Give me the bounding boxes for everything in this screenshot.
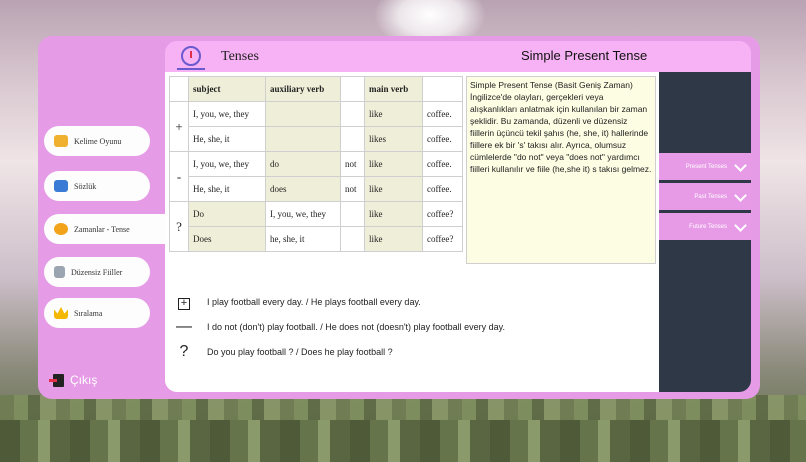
sign-cell: ? [169,201,189,252]
list-icon [54,266,65,278]
past-tenses-button[interactable]: Past Tenses [659,183,751,210]
table-cell: like [364,201,423,227]
table-cell [265,101,341,127]
sidebar-item-label: Sözlük [74,181,97,191]
table-cell: coffee. [422,176,463,202]
exit-door-icon [49,373,64,387]
table-cell: I, you, we, they [188,151,266,177]
table-cell: he, she, it [265,226,341,252]
table-cell: coffee. [422,101,463,127]
table-cell: not [340,151,365,177]
table-cell: not [340,176,365,202]
table-header-cell: main verb [364,76,423,102]
table-cell: Do [188,201,266,227]
table-cell: like [364,101,423,127]
table-header-cell [340,76,365,102]
book-icon [54,180,68,192]
example-text: I do not (don't) play football. / He doe… [207,322,505,332]
table-cell [340,126,365,152]
table-header-cell [169,76,189,102]
clock-icon [181,46,201,66]
clock-icon [54,223,68,235]
exit-button[interactable]: Çıkış [49,373,98,387]
table-cell [265,126,341,152]
table-row: He, she, it does not like coffee. [170,176,463,202]
tense-description: Simple Present Tense (Basit Geniş Zaman)… [466,76,656,264]
chevron-down-icon [734,159,747,172]
table-cell [340,226,365,252]
table-cell: like [364,151,423,177]
table-header-cell [422,76,463,102]
table-cell: coffee? [422,201,463,227]
table-row: - I, you, we, they do not like coffee. [169,151,463,202]
table-cell [340,201,365,227]
table-cell: coffee. [422,151,463,177]
table-header-cell: auxiliary verb [265,76,341,102]
table-cell: does [265,176,341,202]
table-header-cell: subject [188,76,266,102]
minus-icon: — [176,318,192,335]
future-tenses-button[interactable]: Future Tenses [659,213,751,240]
sidebar-item-siralama[interactable]: Sıralama [44,298,150,328]
tense-title: Simple Present Tense [521,48,648,63]
crown-icon [54,307,68,319]
grammar-table: subject auxiliary verb main verb + I, yo… [169,76,463,252]
example-negative: — I do not (don't) play football. / He d… [175,318,505,336]
sidebar-item-zamanlar[interactable]: Zamanlar - Tense [44,214,166,244]
sidebar-item-label: Sıralama [74,308,103,318]
table-cell: coffee. [422,126,463,152]
sidebar-item-label: Kelime Oyunu [74,136,122,146]
page-title: Tenses [221,49,259,64]
sign-cell: + [169,101,189,152]
plus-box-icon: + [175,293,193,311]
table-row: He, she, it likes coffee. [170,126,463,152]
chevron-down-icon [734,219,747,232]
table-cell: likes [364,126,423,152]
table-row: ? Do I, you, we, they like coffee? [169,201,463,252]
menu-label: Future Tenses [689,223,727,230]
table-cell: do [265,151,341,177]
exit-label: Çıkış [70,373,98,387]
table-cell: He, she, it [188,126,266,152]
table-cell: He, she, it [188,176,266,202]
sidebar-item-label: Zamanlar - Tense [74,224,130,234]
sidebar-item-kelime-oyunu[interactable]: Kelime Oyunu [44,126,150,156]
header-underline [177,68,205,70]
table-cell: like [364,226,423,252]
page-header: Tenses Simple Present Tense [165,41,751,72]
chevron-down-icon [734,189,747,202]
table-header-row: subject auxiliary verb main verb [169,76,463,102]
present-tenses-button[interactable]: Present Tenses [659,153,751,180]
background-terrain [0,420,806,462]
table-cell: I, you, we, they [188,101,266,127]
example-text: Do you play football ? / Does he play fo… [207,347,393,357]
table-cell: like [364,176,423,202]
example-text: I play football every day. / He plays fo… [207,297,421,307]
question-icon: ? [179,343,189,360]
table-cell: Does [188,226,266,252]
sign-cell: - [169,151,189,202]
example-question: ? Do you play football ? / Does he play … [175,343,393,361]
table-cell [340,101,365,127]
table-row: Does he, she, it like coffee? [170,226,463,252]
table-cell: coffee? [422,226,463,252]
example-positive: + I play football every day. / He plays … [175,293,421,311]
sidebar-item-sozluk[interactable]: Sözlük [44,171,150,201]
game-controller-icon [54,135,68,147]
table-cell: I, you, we, they [265,201,341,227]
sidebar-item-duzensiz-fiiller[interactable]: Düzensiz Fiiller [44,257,150,287]
menu-label: Past Tenses [694,193,727,200]
menu-label: Present Tenses [685,163,727,170]
table-row: + I, you, we, they like coffee. [169,101,463,152]
sidebar-item-label: Düzensiz Fiiller [71,267,123,277]
